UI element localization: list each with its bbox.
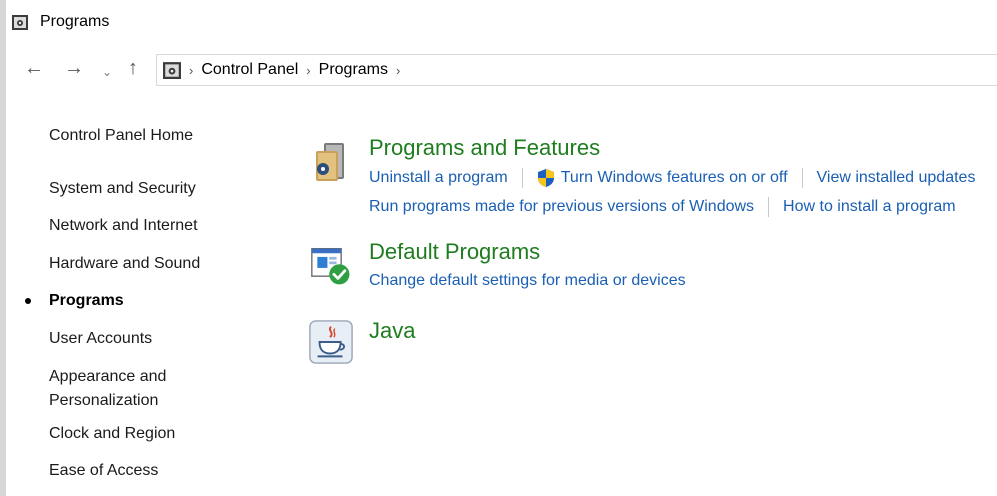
control-panel-icon (12, 15, 28, 30)
nav-clock-and-region[interactable]: Clock and Region (49, 422, 175, 446)
nav-system-and-security[interactable]: System and Security (49, 177, 196, 201)
view-installed-updates-link[interactable]: View installed updates (817, 169, 976, 187)
control-panel-icon (163, 62, 181, 79)
default-programs-links-row: Change default settings for media or dev… (369, 272, 686, 290)
active-bullet-icon (25, 298, 31, 304)
breadcrumb-separator-icon[interactable]: › (396, 63, 400, 78)
default-programs-title[interactable]: Default Programs (369, 239, 540, 265)
recent-locations-chevron-icon[interactable]: ⌄ (102, 62, 112, 82)
run-compat-programs-link[interactable]: Run programs made for previous versions … (369, 198, 754, 216)
forward-arrow-icon[interactable]: → (64, 58, 84, 78)
nav-ease-of-access[interactable]: Ease of Access (49, 459, 158, 483)
uninstall-program-link[interactable]: Uninstall a program (369, 169, 508, 187)
turn-windows-features-link[interactable]: Turn Windows features on or off (561, 169, 788, 187)
link-divider (521, 168, 523, 188)
link-divider (801, 168, 803, 188)
uac-shield-icon (537, 169, 554, 187)
how-to-install-link[interactable]: How to install a program (783, 198, 956, 216)
breadcrumb-separator-icon[interactable]: › (189, 63, 193, 78)
change-default-settings-link[interactable]: Change default settings for media or dev… (369, 272, 686, 290)
programs-features-links-row1: Uninstall a program Turn Windows feature… (369, 168, 975, 188)
breadcrumb-programs[interactable]: Programs (319, 61, 388, 79)
navigation-bar: ← → ⌄ ↑ › Control Panel › Programs › (6, 50, 997, 90)
nav-appearance-line1: Appearance and (49, 368, 167, 385)
up-arrow-icon[interactable]: ↑ (128, 58, 138, 78)
programs-and-features-icon (316, 143, 344, 181)
nav-network-and-internet[interactable]: Network and Internet (49, 214, 198, 238)
nav-hardware-and-sound[interactable]: Hardware and Sound (49, 252, 200, 276)
window-title: Programs (40, 13, 110, 30)
java-title[interactable]: Java (369, 318, 415, 344)
breadcrumb-separator-icon[interactable]: › (306, 63, 310, 78)
java-cup-icon (309, 320, 353, 364)
nav-control-panel-home[interactable]: Control Panel Home (49, 124, 193, 148)
control-panel-window: Programs ← → ⌄ ↑ › Control Panel › Progr… (6, 0, 997, 496)
nav-user-accounts[interactable]: User Accounts (49, 327, 152, 351)
back-arrow-icon[interactable]: ← (24, 58, 44, 78)
link-divider (768, 197, 770, 217)
nav-programs[interactable]: Programs (49, 289, 124, 313)
nav-appearance-and-personalization[interactable]: Appearance and Personalization (49, 365, 166, 413)
default-programs-icon (311, 247, 350, 285)
breadcrumb-control-panel[interactable]: Control Panel (201, 61, 298, 79)
nav-appearance-line2: Personalization (49, 392, 159, 409)
programs-and-features-title[interactable]: Programs and Features (369, 135, 600, 161)
title-bar: Programs (6, 0, 997, 46)
programs-features-links-row2: Run programs made for previous versions … (369, 197, 956, 217)
address-bar[interactable]: › Control Panel › Programs › (156, 54, 997, 86)
